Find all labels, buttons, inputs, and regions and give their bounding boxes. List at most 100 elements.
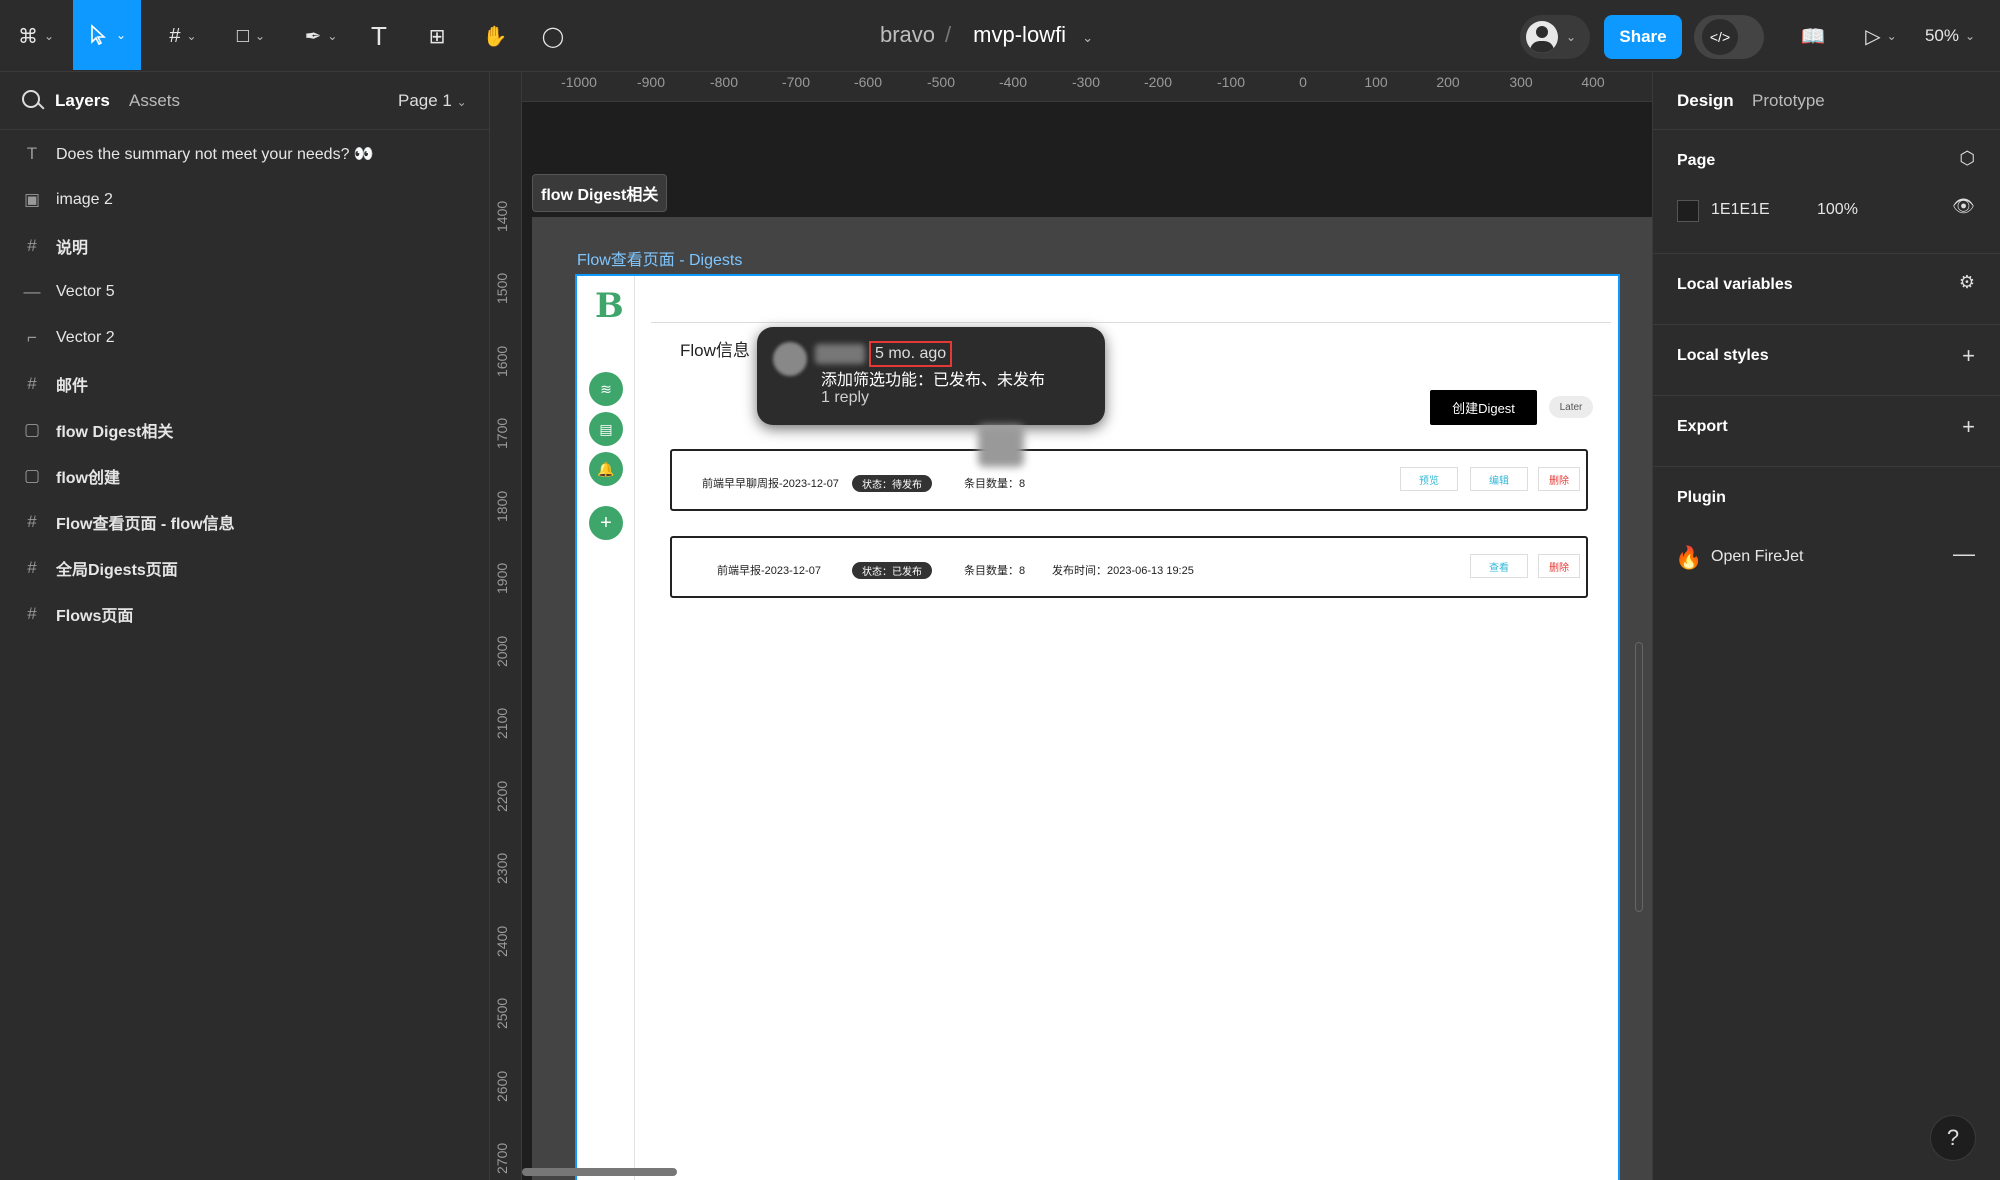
search-icon[interactable]: [22, 90, 40, 108]
layer-item[interactable]: # Flow查看页面 - flow信息: [0, 499, 489, 545]
file-name[interactable]: mvp-lowfi: [973, 22, 1066, 47]
flows-icon: ≋: [589, 372, 623, 406]
news-icon: ▤: [589, 412, 623, 446]
code-icon: </>: [1702, 19, 1738, 55]
chevron-down-icon[interactable]: ⌄: [1082, 30, 1093, 45]
plus-icon[interactable]: +: [1962, 414, 1975, 440]
ruler-tick: 2700: [494, 1142, 510, 1174]
ruler-tick: 2000: [494, 635, 510, 667]
delete-action: 删除: [1538, 467, 1580, 491]
ruler-tick: 1600: [494, 345, 510, 377]
multiplayer-avatar-button[interactable]: ⌄: [1520, 15, 1590, 59]
ruler-tick: 1400: [494, 200, 510, 232]
tab-design[interactable]: Design: [1677, 91, 1734, 111]
frame-tool-button[interactable]: # ⌄: [158, 10, 208, 62]
project-name[interactable]: bravo: [880, 22, 935, 47]
page-section: Page ⬡ 1E1E1E 100% 👁: [1653, 130, 2000, 254]
library-button[interactable]: 📖: [1796, 10, 1830, 62]
chevron-down-icon: ⌄: [1566, 30, 1577, 44]
dev-mode-toggle[interactable]: </>: [1694, 15, 1764, 59]
comment-icon: ◯: [541, 25, 565, 48]
export-section: Export +: [1653, 396, 2000, 467]
ruler-tick: 1900: [494, 562, 510, 594]
ruler-tick: 2500: [494, 997, 510, 1029]
ruler-tick: -800: [709, 74, 739, 90]
layer-item[interactable]: ⌐ Vector 2: [0, 315, 489, 361]
image-icon: ▣: [23, 190, 41, 209]
frame-label[interactable]: Flow查看页面 - Digests: [577, 246, 742, 270]
sliders-icon[interactable]: ⚙: [1959, 272, 1975, 293]
page-opacity-value[interactable]: 100%: [1817, 201, 1858, 219]
resources-button[interactable]: ⊞: [422, 10, 452, 62]
local-variables-label[interactable]: Local variables: [1677, 276, 1793, 294]
layer-item[interactable]: ▢ flow Digest相关: [0, 407, 489, 453]
delete-action: 删除: [1538, 554, 1580, 578]
toolbar: ⌘ ⌄ ⌄ # ⌄ □ ⌄ ✒ ⌄ T ⊞ ✋ ◯ bravo / mvp-lowfi ⌄ …: [0, 0, 2000, 72]
digest-name: 前端早早聊周报-2023-12-07: [702, 478, 839, 490]
ruler-tick: -400: [998, 74, 1028, 90]
tab-assets[interactable]: Assets: [129, 91, 180, 111]
section-label[interactable]: flow Digest相关: [532, 174, 668, 212]
local-styles-section: Local styles +: [1653, 325, 2000, 396]
minus-icon[interactable]: —: [1953, 541, 1975, 567]
move-tool-button[interactable]: ⌄: [73, 0, 141, 70]
layer-item[interactable]: T Does the summary not meet your needs? 👀: [0, 131, 489, 177]
layer-label: 全局Digests页面: [56, 562, 178, 579]
ruler-tick: 1800: [494, 490, 510, 522]
help-button[interactable]: ?: [1930, 1115, 1976, 1161]
ruler-tick: -300: [1071, 74, 1101, 90]
ruler-tick: 2600: [494, 1070, 510, 1102]
layers-panel-tabs: Layers Assets Page 1 ⌄: [0, 72, 489, 130]
hand-tool-button[interactable]: ✋: [480, 10, 510, 62]
layer-item[interactable]: # Flows页面: [0, 591, 489, 637]
layer-label: Vector 5: [56, 283, 115, 300]
layer-item[interactable]: # 邮件: [0, 361, 489, 407]
page-selector[interactable]: Page 1 ⌄: [398, 91, 467, 111]
plus-icon[interactable]: +: [1962, 343, 1975, 369]
status-badge: 状态：已发布: [852, 562, 932, 579]
text-tool-button[interactable]: T: [364, 10, 394, 62]
eye-icon[interactable]: 👁: [1952, 196, 1975, 217]
plugin-header: Plugin: [1677, 489, 1726, 506]
settings-hex-icon[interactable]: ⬡: [1959, 148, 1975, 169]
figma-logo-icon: ⌘: [17, 25, 38, 48]
pen-tool-button[interactable]: ✒ ⌄: [296, 10, 346, 62]
share-button[interactable]: Share: [1604, 15, 1682, 59]
canvas[interactable]: flow Digest相关 Flow查看页面 - Digests B ≋ ▤ 🔔…: [522, 102, 1652, 1180]
reply-count-link[interactable]: 1 reply: [821, 389, 869, 407]
layer-label: Flows页面: [56, 608, 134, 625]
text-icon: T: [371, 20, 387, 51]
vertical-scrollbar[interactable]: [1635, 642, 1643, 912]
main-menu-button[interactable]: ⌘ ⌄: [14, 10, 58, 62]
layer-label: 邮件: [56, 378, 89, 395]
layer-item[interactable]: # 全局Digests页面: [0, 545, 489, 591]
preview-action: 预览: [1400, 467, 1458, 491]
layer-item[interactable]: ▢ flow创建: [0, 453, 489, 499]
layer-item[interactable]: — Vector 5: [0, 269, 489, 315]
shape-tool-button[interactable]: □ ⌄: [226, 10, 276, 62]
tab-layers[interactable]: Layers: [55, 91, 110, 111]
ruler-tick: 2400: [494, 925, 510, 957]
comment-popover[interactable]: 5 mo. ago 添加筛选功能：已发布、未发布 1 reply: [757, 327, 1105, 425]
plugin-name[interactable]: Open FireJet: [1711, 548, 1803, 566]
chevron-down-icon: ⌄: [186, 29, 197, 43]
ruler-tick: -200: [1143, 74, 1173, 90]
cursor-icon: [91, 24, 107, 46]
plus-icon: +: [589, 506, 623, 540]
tab-prototype[interactable]: Prototype: [1752, 91, 1825, 111]
wireframe-title: Flow信息: [680, 341, 750, 360]
digest-row: 前端早早聊周报-2023-12-07 状态：待发布 条目数量：8 预览 编辑 删…: [670, 449, 1588, 511]
page-color-value[interactable]: 1E1E1E: [1711, 201, 1770, 219]
present-button[interactable]: ▷ ⌄: [1856, 10, 1906, 62]
components-icon: ⊞: [428, 25, 446, 48]
page-color-swatch[interactable]: [1677, 200, 1699, 222]
layer-item[interactable]: # 说明: [0, 223, 489, 269]
play-icon: ▷: [1865, 25, 1881, 48]
chevron-down-icon: ⌄: [456, 95, 467, 109]
edit-action: 编辑: [1470, 467, 1528, 491]
comment-tool-button[interactable]: ◯: [538, 10, 568, 62]
zoom-dropdown[interactable]: 50% ⌄: [1920, 10, 1980, 62]
comment-pin[interactable]: [978, 425, 1024, 467]
layer-item[interactable]: ▣ image 2: [0, 177, 489, 223]
horizontal-scrollbar[interactable]: [522, 1168, 677, 1176]
